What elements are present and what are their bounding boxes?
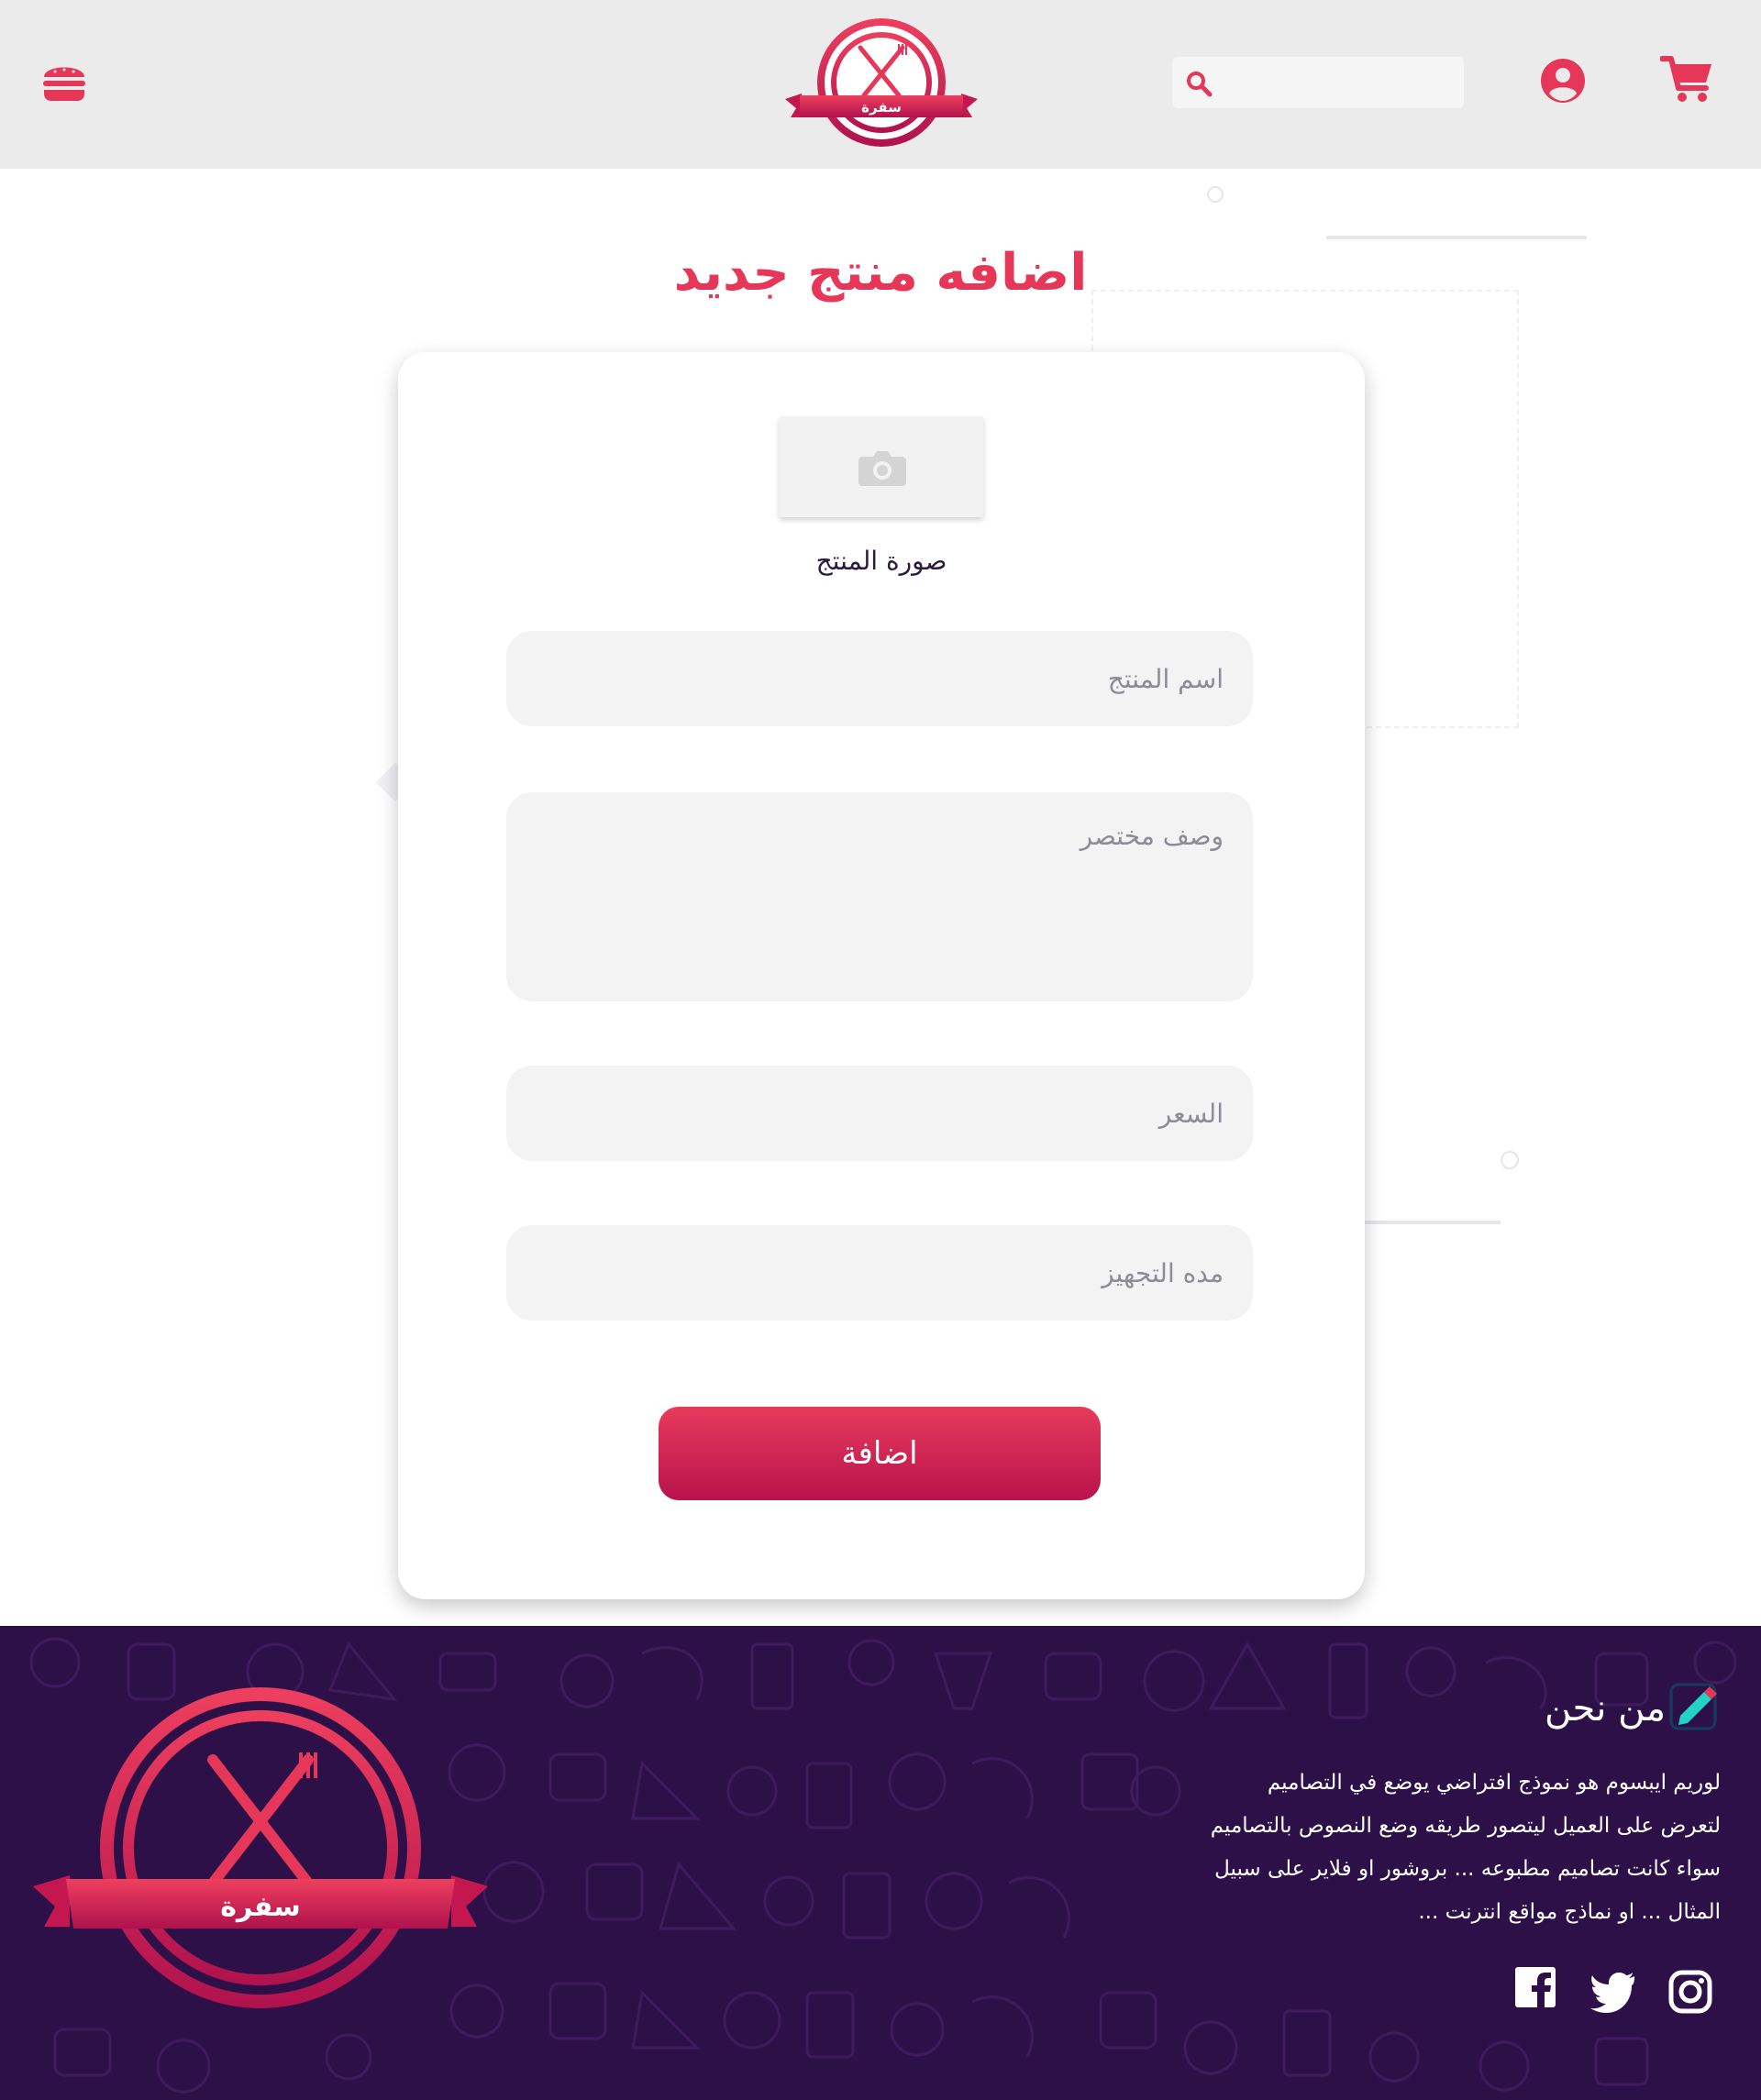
about-line: لوريم ايبسوم هو نموذج افتراضي يوضع في ال…: [1267, 1771, 1721, 1795]
search-icon[interactable]: [1185, 70, 1213, 97]
footer-logo-text: سفرة: [220, 1891, 300, 1923]
camera-icon: [858, 451, 906, 486]
cart-icon[interactable]: [1660, 53, 1715, 105]
footer-logo: سفرة: [33, 1687, 488, 2008]
logo[interactable]: سفرة: [785, 15, 978, 154]
instagram-icon[interactable]: [1667, 1969, 1713, 2015]
footer: سفرة من نحن لوريم ايبسوم هو نموذج افتراض…: [0, 1626, 1761, 2100]
about-line: لتعرض على العميل ليتصور طريقه وضع النصوص…: [1210, 1814, 1721, 1838]
search-box[interactable]: [1172, 57, 1464, 108]
about-line: سواء كانت تصاميم مطبوعه ... بروشور او فل…: [1214, 1857, 1721, 1881]
about-line: المثال ... او نماذج مواقع انترنت ...: [1418, 1900, 1721, 1924]
decoration-circle: [1501, 1151, 1519, 1169]
description-textarea[interactable]: [506, 792, 1253, 1001]
header: سفرة: [0, 0, 1761, 169]
page-title: اضافه منتج جديد: [673, 243, 1088, 303]
image-label: صورة المنتج: [815, 546, 947, 576]
decoration-line: [1326, 236, 1587, 239]
pencil-icon: [1669, 1683, 1717, 1730]
decoration-circle: [1207, 186, 1224, 203]
burger-menu-icon[interactable]: [40, 61, 88, 103]
product-name-input[interactable]: [506, 631, 1253, 726]
twitter-icon[interactable]: [1590, 1967, 1636, 2013]
prep-time-input[interactable]: [506, 1225, 1253, 1321]
about-text: لوريم ايبسوم هو نموذج افتراضي يوضع في ال…: [1082, 1762, 1721, 1934]
about-title: من نحن: [1545, 1687, 1666, 1730]
decoration-line: [1363, 1221, 1501, 1224]
price-input[interactable]: [506, 1066, 1253, 1161]
image-upload-button[interactable]: [780, 416, 983, 517]
search-input[interactable]: [1224, 64, 1453, 101]
logo-text: سفرة: [861, 99, 902, 116]
facebook-icon[interactable]: [1513, 1965, 1559, 2011]
user-circle-icon[interactable]: [1539, 57, 1587, 105]
add-button[interactable]: اضافة: [659, 1407, 1101, 1500]
add-product-card: صورة المنتج اضافة: [398, 352, 1365, 1599]
